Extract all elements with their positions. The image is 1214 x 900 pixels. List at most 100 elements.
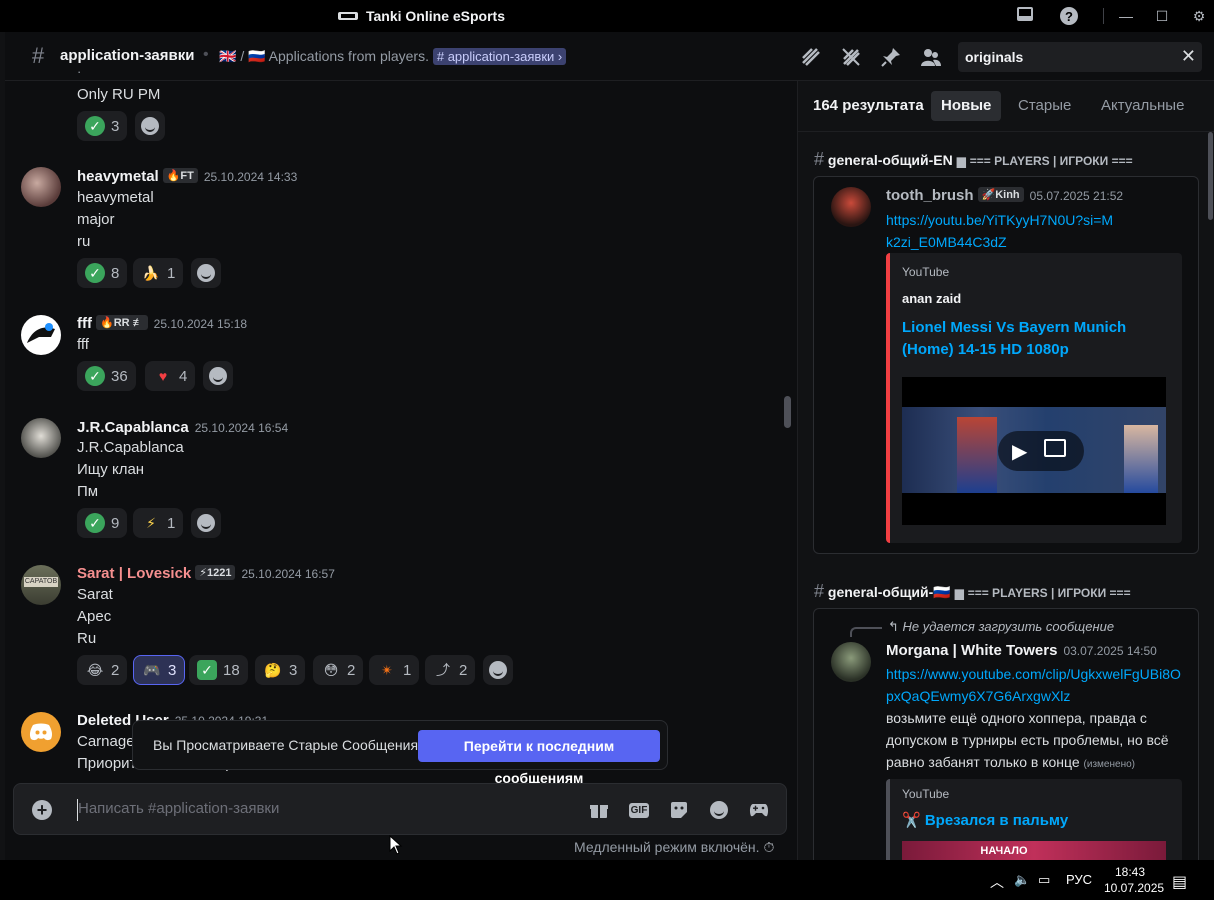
reaction-star[interactable]: ✴ 1: [369, 655, 420, 685]
play-controls[interactable]: ▶: [998, 431, 1084, 471]
smile-icon: [209, 367, 227, 385]
check-icon: ✓: [85, 263, 105, 283]
message-line: Ищу клан: [77, 461, 145, 478]
chevron-up-icon[interactable]: ︿: [990, 872, 1004, 892]
tab-newest[interactable]: Новые: [931, 91, 1002, 121]
embed-title[interactable]: ✂️ Врезался в пальму: [902, 811, 1068, 829]
reaction-check[interactable]: ✓ 9: [77, 508, 128, 538]
username[interactable]: Morgana | White Towers: [886, 642, 1057, 659]
username[interactable]: tooth_brush: [886, 187, 974, 204]
timer-icon: ⏱: [763, 839, 775, 855]
search-result[interactable]: tooth_brush 🚀Kinh 05.07.2025 21:52 https:/…: [813, 176, 1199, 554]
volume-icon[interactable]: 🔈: [1014, 872, 1030, 888]
reaction-check[interactable]: ✓ 3: [77, 111, 128, 141]
network-icon[interactable]: ▭: [1038, 872, 1050, 888]
notification-mute-icon[interactable]: [840, 46, 862, 68]
clear-search-icon[interactable]: ✕: [1181, 46, 1196, 67]
thinking-icon: 🤔: [264, 661, 282, 678]
avatar[interactable]: [831, 642, 871, 682]
avatar[interactable]: [831, 187, 871, 227]
timestamp: 25.10.2024 14:33: [203, 170, 298, 184]
minimize-icon[interactable]: —: [1115, 6, 1137, 26]
reaction-banana[interactable]: 🍌 1: [133, 258, 184, 288]
reaction-laugh[interactable]: 😂 2: [77, 655, 128, 685]
reaction-heart[interactable]: ♥ 4: [145, 361, 196, 391]
reaction-custom[interactable]: ⤴ 2: [425, 655, 476, 685]
results-scrollbar[interactable]: [1208, 132, 1213, 220]
reaction-check[interactable]: ✓ 36: [77, 361, 136, 391]
add-reaction-button[interactable]: [135, 111, 165, 141]
open-external-icon[interactable]: [1044, 439, 1066, 457]
username[interactable]: Sarat | Lovesick: [77, 565, 191, 582]
jump-to-present-button[interactable]: Перейти к последним сообщениям: [418, 730, 660, 786]
player-figure: [1124, 425, 1158, 493]
embed-provider: YouTube: [902, 265, 950, 279]
message-line: fff: [77, 336, 89, 353]
message-input[interactable]: Написать #application-заявки: [78, 800, 279, 817]
video-thumbnail[interactable]: ▶: [902, 377, 1166, 525]
reaction-game[interactable]: 🎮 3: [133, 655, 186, 685]
embed-title[interactable]: Lionel Messi Vs Bayern Munich (Home) 14-…: [902, 317, 1162, 361]
username[interactable]: fff: [77, 315, 92, 332]
maximize-icon[interactable]: ☐: [1151, 6, 1173, 26]
threads-icon[interactable]: [800, 46, 822, 68]
search-result[interactable]: ↰ Не удается загрузить сообщение Morgana…: [813, 608, 1199, 868]
channel-hash-icon: #: [814, 581, 825, 601]
emoji-icon[interactable]: [708, 799, 730, 821]
svg-text:?: ?: [1065, 9, 1073, 24]
channel-topic[interactable]: 🇬🇧 / 🇷🇺 Applications from players. # app…: [219, 48, 567, 65]
reaction-check[interactable]: ✓ 8: [77, 258, 128, 288]
reply-preview[interactable]: ↰ Не удается загрузить сообщение: [888, 619, 1114, 635]
result-link[interactable]: https://www.youtube.com/clip/UgkxwelFgUB…: [886, 663, 1182, 707]
embed-author[interactable]: anan zaid: [902, 291, 961, 306]
avatar[interactable]: [21, 418, 61, 458]
help-icon[interactable]: ?: [1058, 6, 1080, 26]
user-tag[interactable]: 🔥RR ≢: [96, 315, 148, 330]
result-channel-header[interactable]: # general-общий-🇷🇺 ▆ === PLAYERS | ИГРОК…: [814, 581, 1131, 602]
settings-icon[interactable]: ⚙: [1188, 6, 1210, 26]
avatar[interactable]: [21, 712, 61, 752]
user-tag[interactable]: 🔥FT: [162, 168, 198, 183]
user-tag[interactable]: 🚀Kinh: [977, 187, 1024, 202]
reply-icon: ↰: [888, 619, 903, 634]
reply-connector: [850, 627, 882, 637]
avatar[interactable]: [21, 315, 61, 355]
search-query: originals: [965, 49, 1024, 65]
reaction-thinking[interactable]: 🤔 3: [255, 655, 306, 685]
gift-icon[interactable]: [588, 799, 610, 821]
username[interactable]: heavymetal: [77, 168, 159, 185]
play-icon[interactable]: ▶: [1012, 439, 1027, 464]
add-reaction-button[interactable]: [203, 361, 233, 391]
topic-channel-mention[interactable]: # application-заявки ›: [432, 48, 567, 65]
chat-scrollbar[interactable]: [784, 396, 791, 428]
reaction-flushed[interactable]: 😳 2: [313, 655, 364, 685]
taskbar: [0, 860, 1214, 900]
message-composer[interactable]: + Написать #application-заявки GIF: [13, 783, 787, 835]
notifications-icon[interactable]: ▤: [1172, 872, 1187, 892]
avatar[interactable]: [21, 167, 61, 207]
add-reaction-button[interactable]: [191, 508, 221, 538]
avatar[interactable]: CAPATOB: [21, 565, 61, 605]
tab-oldest[interactable]: Старые: [1008, 91, 1081, 121]
tab-relevant[interactable]: Актуальные: [1091, 91, 1194, 121]
language-indicator[interactable]: РУС: [1066, 872, 1092, 887]
pin-icon[interactable]: [880, 46, 902, 68]
add-reaction-button[interactable]: [191, 258, 221, 288]
upload-plus-icon[interactable]: +: [32, 800, 52, 820]
result-channel-header[interactable]: # general-общий-EN ▆ === PLAYERS | ИГРОК…: [814, 149, 1133, 170]
search-input[interactable]: originals ✕: [958, 42, 1202, 72]
user-tag[interactable]: ⚡1221: [195, 565, 236, 580]
gif-icon[interactable]: GIF: [628, 799, 650, 821]
activities-icon[interactable]: [748, 799, 770, 821]
username[interactable]: J.R.Capablanca: [77, 419, 189, 436]
sticker-icon[interactable]: [668, 799, 690, 821]
clock[interactable]: 18:43 10.07.2025: [1104, 864, 1164, 896]
reaction-checkmark[interactable]: ✓ 18: [189, 655, 248, 685]
add-reaction-button[interactable]: [483, 655, 513, 685]
result-link[interactable]: https://youtu.be/YiTKyyH7N0U?si=Mk2zi_E0…: [886, 209, 1116, 253]
reaction-zap[interactable]: ⚡ 1: [133, 508, 184, 538]
inbox-icon[interactable]: [1014, 6, 1036, 26]
reaction-count: 9: [111, 514, 120, 532]
member-list-icon[interactable]: [920, 46, 942, 68]
old-messages-text: Вы Просматриваете Старые Сообщения: [153, 737, 419, 753]
